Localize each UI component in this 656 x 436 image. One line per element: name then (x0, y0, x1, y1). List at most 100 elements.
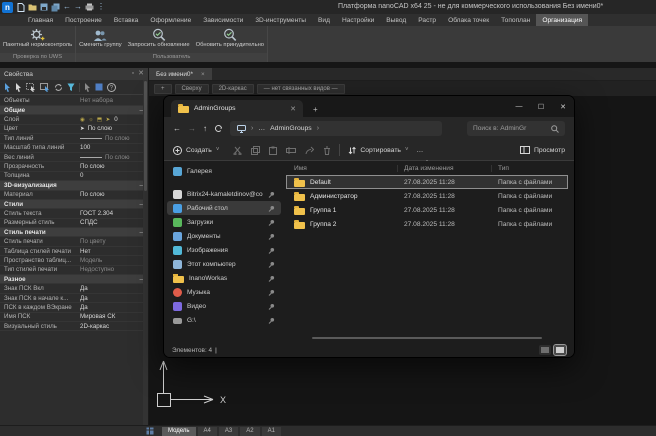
forward-button[interactable]: → (188, 124, 196, 133)
property-row[interactable]: Стили (0, 200, 148, 209)
change-group-button[interactable]: Сменить группу (76, 26, 124, 53)
property-row[interactable]: Визуальный стиль 2D-каркас (0, 322, 148, 331)
ribbon-tab[interactable]: Построение (59, 14, 108, 26)
layout-tab[interactable]: А4 (198, 427, 217, 436)
search-box[interactable]: Поиск в: AdminGr (467, 121, 565, 136)
sidebar-item[interactable]: Этот компьютер (167, 257, 281, 271)
details-view-icon[interactable] (539, 345, 551, 355)
help-icon[interactable]: ? (107, 83, 116, 92)
marquee-select-icon[interactable] (26, 83, 36, 92)
new-tab-button[interactable]: + (313, 105, 318, 117)
property-row[interactable]: Масштаб типа линий 100 (0, 144, 148, 153)
ribbon-tab[interactable]: Главная (22, 14, 59, 26)
explorer-tab[interactable]: AdminGroups ✕ (171, 100, 303, 117)
sort-button[interactable]: Сортировать˅ (348, 146, 408, 155)
viewport-expand-button[interactable]: + (154, 84, 172, 94)
undo-icon[interactable]: ← (63, 3, 71, 11)
properties-scrollbar[interactable] (143, 80, 148, 425)
property-row[interactable]: Цвет По слою (0, 125, 148, 134)
property-row[interactable]: Общие (0, 106, 148, 115)
column-date[interactable]: Дата изменения (398, 165, 492, 172)
property-row[interactable]: Тип линий По слою (0, 134, 148, 143)
close-document-icon[interactable]: × (201, 71, 205, 78)
property-row[interactable]: Стиль текста ГОСТ 2.304 (0, 209, 148, 218)
document-tab[interactable]: Без имени0* × (149, 68, 212, 80)
filter-icon[interactable] (67, 83, 75, 92)
sheet-manager-icon[interactable] (146, 427, 154, 435)
breadcrumb-ellipsis[interactable]: … (258, 125, 265, 132)
sidebar-item[interactable]: Bitrix24-kamaletdinov@co (167, 187, 281, 201)
ribbon-tab[interactable]: Зависимости (197, 14, 249, 26)
ribbon-tab[interactable]: Вывод (380, 14, 412, 26)
ribbon-tab[interactable]: Облака точек (442, 14, 495, 26)
linked-views-button[interactable]: — нет связанных видов — (257, 84, 345, 94)
sidebar-item[interactable]: Рабочий стол (167, 201, 281, 215)
new-button[interactable]: Создать˅ (173, 146, 219, 155)
close-panel-icon[interactable]: ✕ (138, 68, 144, 80)
sidebar-item[interactable]: G:\ (167, 313, 281, 327)
sidebar-item[interactable]: Музыка (167, 285, 281, 299)
ribbon-tab[interactable]: 3D-инструменты (249, 14, 312, 26)
property-row[interactable]: Знак ПСК Вкл Да (0, 284, 148, 293)
rename-icon[interactable] (286, 146, 296, 155)
sidebar-item[interactable]: Документы (167, 229, 281, 243)
property-row[interactable]: Слой 0 (0, 115, 148, 124)
share-icon[interactable] (305, 146, 314, 155)
ribbon-tab[interactable]: Организация (536, 14, 588, 26)
property-row[interactable]: Вес линий По слою (0, 153, 148, 162)
property-row[interactable]: Разное (0, 275, 148, 284)
ribbon-tab[interactable]: Топоплан (495, 14, 536, 26)
quick-select-icon[interactable] (84, 83, 91, 92)
property-row[interactable]: Тип стилей печати Недоступно (0, 266, 148, 275)
property-row[interactable]: 3D-визуализация (0, 181, 148, 190)
file-row[interactable]: Группа 2 27.08.2025 11:28 Папка с файлам… (286, 217, 568, 231)
refresh-button[interactable] (214, 124, 223, 133)
property-row[interactable]: Размерный стиль СПДС (0, 219, 148, 228)
batch-normcontrol-button[interactable]: Пакетный нормоконтроль (0, 26, 75, 53)
view-orientation-button[interactable]: Сверху (175, 84, 209, 94)
view-button[interactable]: Просмотр (520, 146, 565, 154)
copy-icon[interactable] (251, 146, 260, 155)
property-row[interactable]: Имя ПСК Мировая СК (0, 313, 148, 322)
new-file-icon[interactable] (17, 3, 25, 12)
property-row[interactable]: Пространство таблиц... Модель (0, 256, 148, 265)
up-button[interactable]: ↑ (203, 124, 207, 133)
breadcrumb-chevron-icon[interactable]: › (317, 125, 319, 132)
ribbon-tab[interactable]: Вставка (108, 14, 145, 26)
sidebar-item[interactable]: Загрузки (167, 215, 281, 229)
close-button[interactable]: ✕ (552, 103, 574, 111)
request-update-button[interactable]: Запросить обновление (125, 26, 193, 53)
property-row[interactable]: Таблица стилей печати Нет (0, 247, 148, 256)
column-type[interactable]: Тип (492, 165, 568, 172)
maximize-button[interactable]: ☐ (530, 103, 552, 111)
qat-more-icon[interactable]: ⋮ (97, 3, 105, 11)
layout-tab[interactable]: А1 (262, 427, 281, 436)
select-icon[interactable] (4, 83, 11, 92)
sidebar-item[interactable]: Галерея (167, 164, 281, 178)
file-row[interactable]: Администратор 27.08.2025 11:28 Папка с ф… (286, 189, 568, 203)
open-icon[interactable] (28, 3, 37, 11)
column-name[interactable]: Имя (286, 165, 398, 172)
back-button[interactable]: ← (173, 124, 181, 133)
property-row[interactable]: Стиль печати По цвету (0, 237, 148, 246)
paste-icon[interactable] (269, 146, 277, 155)
breadcrumb-current[interactable]: AdminGroups (270, 125, 312, 132)
save-all-icon[interactable] (51, 3, 60, 12)
delete-icon[interactable] (323, 146, 331, 155)
layout-tab[interactable]: А2 (240, 427, 259, 436)
cut-icon[interactable] (233, 146, 242, 155)
ribbon-tab[interactable]: Настройки (336, 14, 380, 26)
property-row[interactable]: Материал По слою (0, 191, 148, 200)
objects-row[interactable]: Объекты Нет набора (0, 95, 148, 106)
close-tab-icon[interactable]: ✕ (290, 105, 296, 113)
property-row[interactable]: Прозрачность По слою (0, 162, 148, 171)
property-row[interactable]: ПСК в каждом ВЭкране Да (0, 303, 148, 312)
layout-tab[interactable]: А3 (219, 427, 238, 436)
calc-icon[interactable] (95, 83, 103, 91)
redo-icon[interactable]: → (74, 3, 82, 11)
save-icon[interactable] (40, 3, 48, 11)
cycle-selection-icon[interactable] (54, 83, 63, 92)
ribbon-tab[interactable]: Растр (412, 14, 442, 26)
property-row[interactable]: Стиль печати (0, 228, 148, 237)
property-row[interactable]: Знак ПСК в начале к... Да (0, 294, 148, 303)
